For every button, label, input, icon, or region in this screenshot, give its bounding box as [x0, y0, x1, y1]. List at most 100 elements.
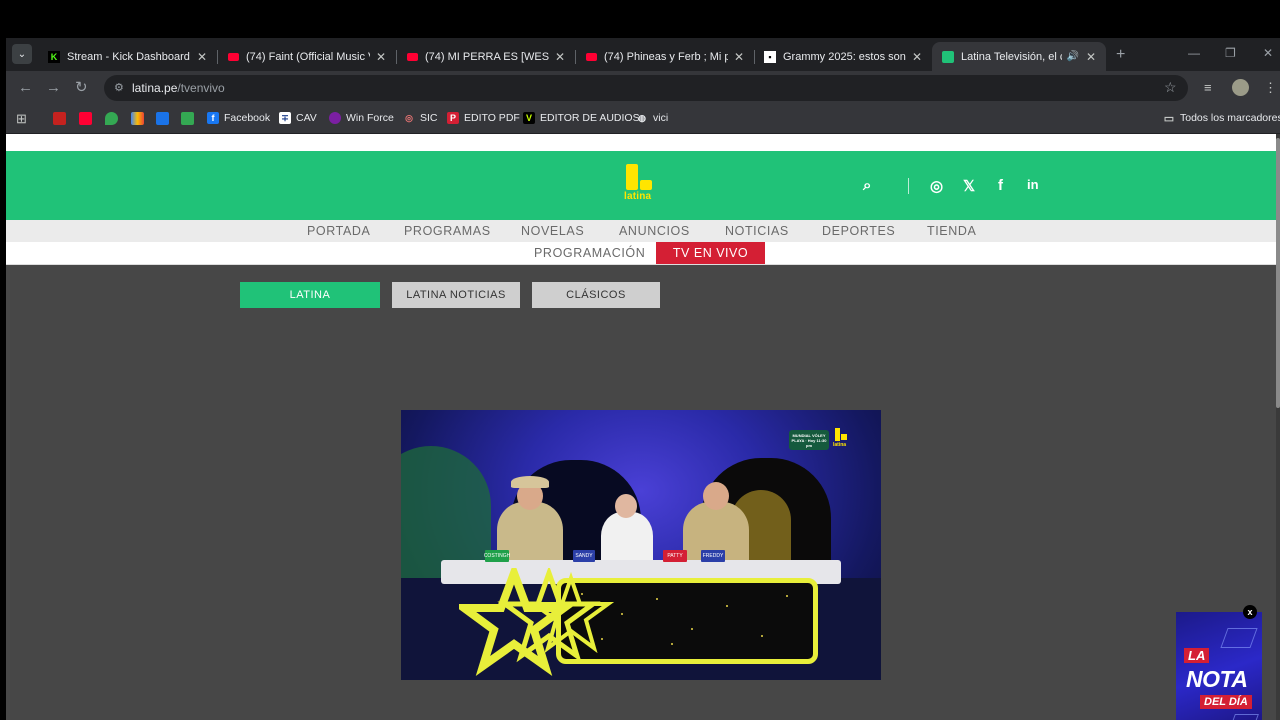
address-bar[interactable]: ⚙ latina.pe/tvenvivo	[104, 75, 1188, 101]
gmail-icon[interactable]	[53, 112, 66, 125]
apps-grid-icon[interactable]: ⊞	[16, 111, 27, 127]
tab-search-button[interactable]: ⌄	[12, 44, 32, 64]
channel-latina-noticias-button[interactable]: LATINA NOTICIAS	[392, 282, 520, 308]
instagram-icon[interactable]: ◎	[930, 177, 943, 195]
url-text[interactable]: latina.pe/tvenvivo	[132, 81, 225, 95]
site-info-icon[interactable]: ⚙	[114, 81, 128, 95]
tab-title: (74) Faint (Official Music Vide	[246, 50, 370, 63]
bug-logo-word: latina	[833, 442, 847, 448]
tab-title: Latina Televisión, el canal	[961, 50, 1062, 63]
bookmark-edito-pdf[interactable]: P EDITO PDF	[447, 112, 520, 124]
bookmark-sic[interactable]: ◎ SIC	[403, 112, 437, 124]
globe-icon: ◍	[638, 112, 646, 123]
close-icon[interactable]: ✕	[195, 50, 209, 64]
menu-deportes[interactable]: DEPORTES	[822, 224, 895, 238]
maps-icon[interactable]	[105, 112, 118, 125]
minimize-icon[interactable]: —	[1188, 46, 1200, 60]
menu-tienda[interactable]: TIENDA	[927, 224, 976, 238]
sparkle	[761, 635, 763, 637]
judge-left-hat	[511, 476, 549, 488]
promo-badge: MUNDIAL VÓLEY PLAYA · Hoy 11:30 pm	[789, 430, 829, 450]
nameplate: FREDDY	[701, 550, 725, 562]
menu-programacion[interactable]: PROGRAMACIÓN	[534, 246, 645, 260]
screen: ⌄ K Stream - Kick Dashboard ✕ (74) Faint…	[0, 0, 1280, 720]
page-top-strip	[6, 134, 1276, 151]
latina-icon	[942, 50, 954, 63]
channel-latina-button[interactable]: LATINA	[240, 282, 380, 308]
youtube-bookmark-icon[interactable]	[79, 112, 92, 125]
more-menu-icon[interactable]: ⋮	[1264, 80, 1277, 96]
latina-logo[interactable]: latina	[624, 164, 656, 204]
bookmark-editor-audios[interactable]: V EDITOR DE AUDIOS	[523, 112, 640, 124]
close-icon[interactable]: ✕	[910, 50, 924, 64]
live-video-player[interactable]: COSTINGH SANDY PATTY FREDDY MUNDIAL VÓLE…	[401, 410, 881, 680]
bookmark-cav[interactable]: ∓ CAV	[279, 112, 317, 124]
bookmark-label: CAV	[296, 112, 317, 124]
bookmark-winforce[interactable]: Win Force	[329, 112, 394, 124]
tab-title: Grammy 2025: estos son los	[783, 50, 906, 63]
bookmark-facebook[interactable]: f Facebook	[207, 112, 270, 124]
sparkle	[726, 605, 728, 607]
back-button[interactable]: ←	[18, 79, 33, 96]
star-shape	[459, 568, 577, 677]
winforce-icon	[329, 112, 341, 124]
nameplate: COSTINGH	[484, 550, 510, 562]
page-scrollbar[interactable]	[1276, 134, 1280, 720]
tab-grammy[interactable]: ▪ Grammy 2025: estos son los ✕	[754, 42, 932, 71]
star-logo	[459, 568, 615, 677]
menu-tv-en-vivo[interactable]: TV EN VIVO	[656, 242, 765, 264]
ad-decoration	[1220, 628, 1258, 648]
close-icon[interactable]: ✕	[732, 50, 746, 64]
web-page: latina ⌕ ◎ 𝕏 f in PORTADA PROGRAMAS NOVE…	[6, 134, 1276, 720]
youtube-icon	[585, 51, 597, 63]
facebook-icon[interactable]: f	[998, 177, 1003, 194]
all-bookmarks-folder[interactable]: ▭ Todos los marcadores	[1163, 112, 1280, 125]
restore-icon[interactable]: ❐	[1225, 46, 1236, 60]
new-tab-button[interactable]: +	[1116, 46, 1125, 64]
judge-right-head	[703, 482, 729, 510]
tab-title: (74) Phineas y Ferb ; Mi playl	[604, 50, 728, 63]
check-icon[interactable]	[181, 112, 194, 125]
window-close-icon[interactable]: ✕	[1263, 46, 1273, 60]
sparkle	[621, 613, 623, 615]
judge-center-head	[615, 494, 637, 518]
menu-anuncios[interactable]: ANUNCIOS	[619, 224, 690, 238]
drive-icon[interactable]	[156, 112, 169, 125]
kick-icon: K	[48, 50, 60, 63]
bookmark-star-icon[interactable]: ☆	[1164, 79, 1177, 96]
search-icon[interactable]: ⌕	[863, 177, 871, 194]
cav-icon: ∓	[279, 112, 291, 124]
linkedin-icon[interactable]: in	[1027, 177, 1039, 192]
menu-programas[interactable]: PROGRAMAS	[404, 224, 491, 238]
reload-button[interactable]: ↻	[75, 79, 88, 96]
x-twitter-icon[interactable]: 𝕏	[963, 177, 975, 195]
close-icon[interactable]: ✕	[374, 50, 388, 64]
menu-noticias[interactable]: NOTICIAS	[725, 224, 789, 238]
sub-menu: PROGRAMACIÓN TV EN VIVO	[6, 242, 1276, 265]
tab-latina[interactable]: Latina Televisión, el canal 🔊 ✕	[932, 42, 1106, 71]
scrollbar-thumb[interactable]	[1276, 138, 1280, 408]
sparkle	[656, 598, 658, 600]
bookmark-label: EDITOR DE AUDIOS	[540, 112, 640, 124]
close-icon[interactable]: ✕	[1084, 50, 1098, 64]
menu-portada[interactable]: PORTADA	[307, 224, 370, 238]
channel-clasicos-button[interactable]: CLÁSICOS	[532, 282, 660, 308]
tab-title: Stream - Kick Dashboard	[67, 50, 190, 63]
ad-close-button[interactable]: x	[1243, 605, 1257, 619]
tab-kick[interactable]: K Stream - Kick Dashboard ✕	[38, 42, 218, 71]
forward-button[interactable]: →	[46, 79, 61, 96]
bookmark-vici[interactable]: ◍ vici	[636, 112, 668, 124]
menu-novelas[interactable]: NOVELAS	[521, 224, 584, 238]
tab-youtube-faint[interactable]: (74) Faint (Official Music Vide ✕	[217, 42, 397, 71]
speaker-icon[interactable]: 🔊	[1066, 51, 1080, 62]
tab-youtube-phineas[interactable]: (74) Phineas y Ferb ; Mi playl ✕	[575, 42, 755, 71]
bookmark-label: EDITO PDF	[464, 112, 520, 124]
profile-avatar[interactable]	[1232, 79, 1249, 96]
photos-icon[interactable]	[131, 112, 144, 125]
facebook-icon: f	[207, 112, 219, 124]
media-control-icon[interactable]: ≡	[1204, 80, 1212, 95]
close-icon[interactable]: ✕	[553, 50, 567, 64]
la-nota-del-dia-ad[interactable]: LA NOTA DEL DÍA	[1176, 612, 1262, 720]
tab-youtube-westcol[interactable]: (74) MI PERRA ES [WESTCOL ✕	[396, 42, 576, 71]
channel-bug: MUNDIAL VÓLEY PLAYA · Hoy 11:30 pm latin…	[789, 424, 859, 454]
